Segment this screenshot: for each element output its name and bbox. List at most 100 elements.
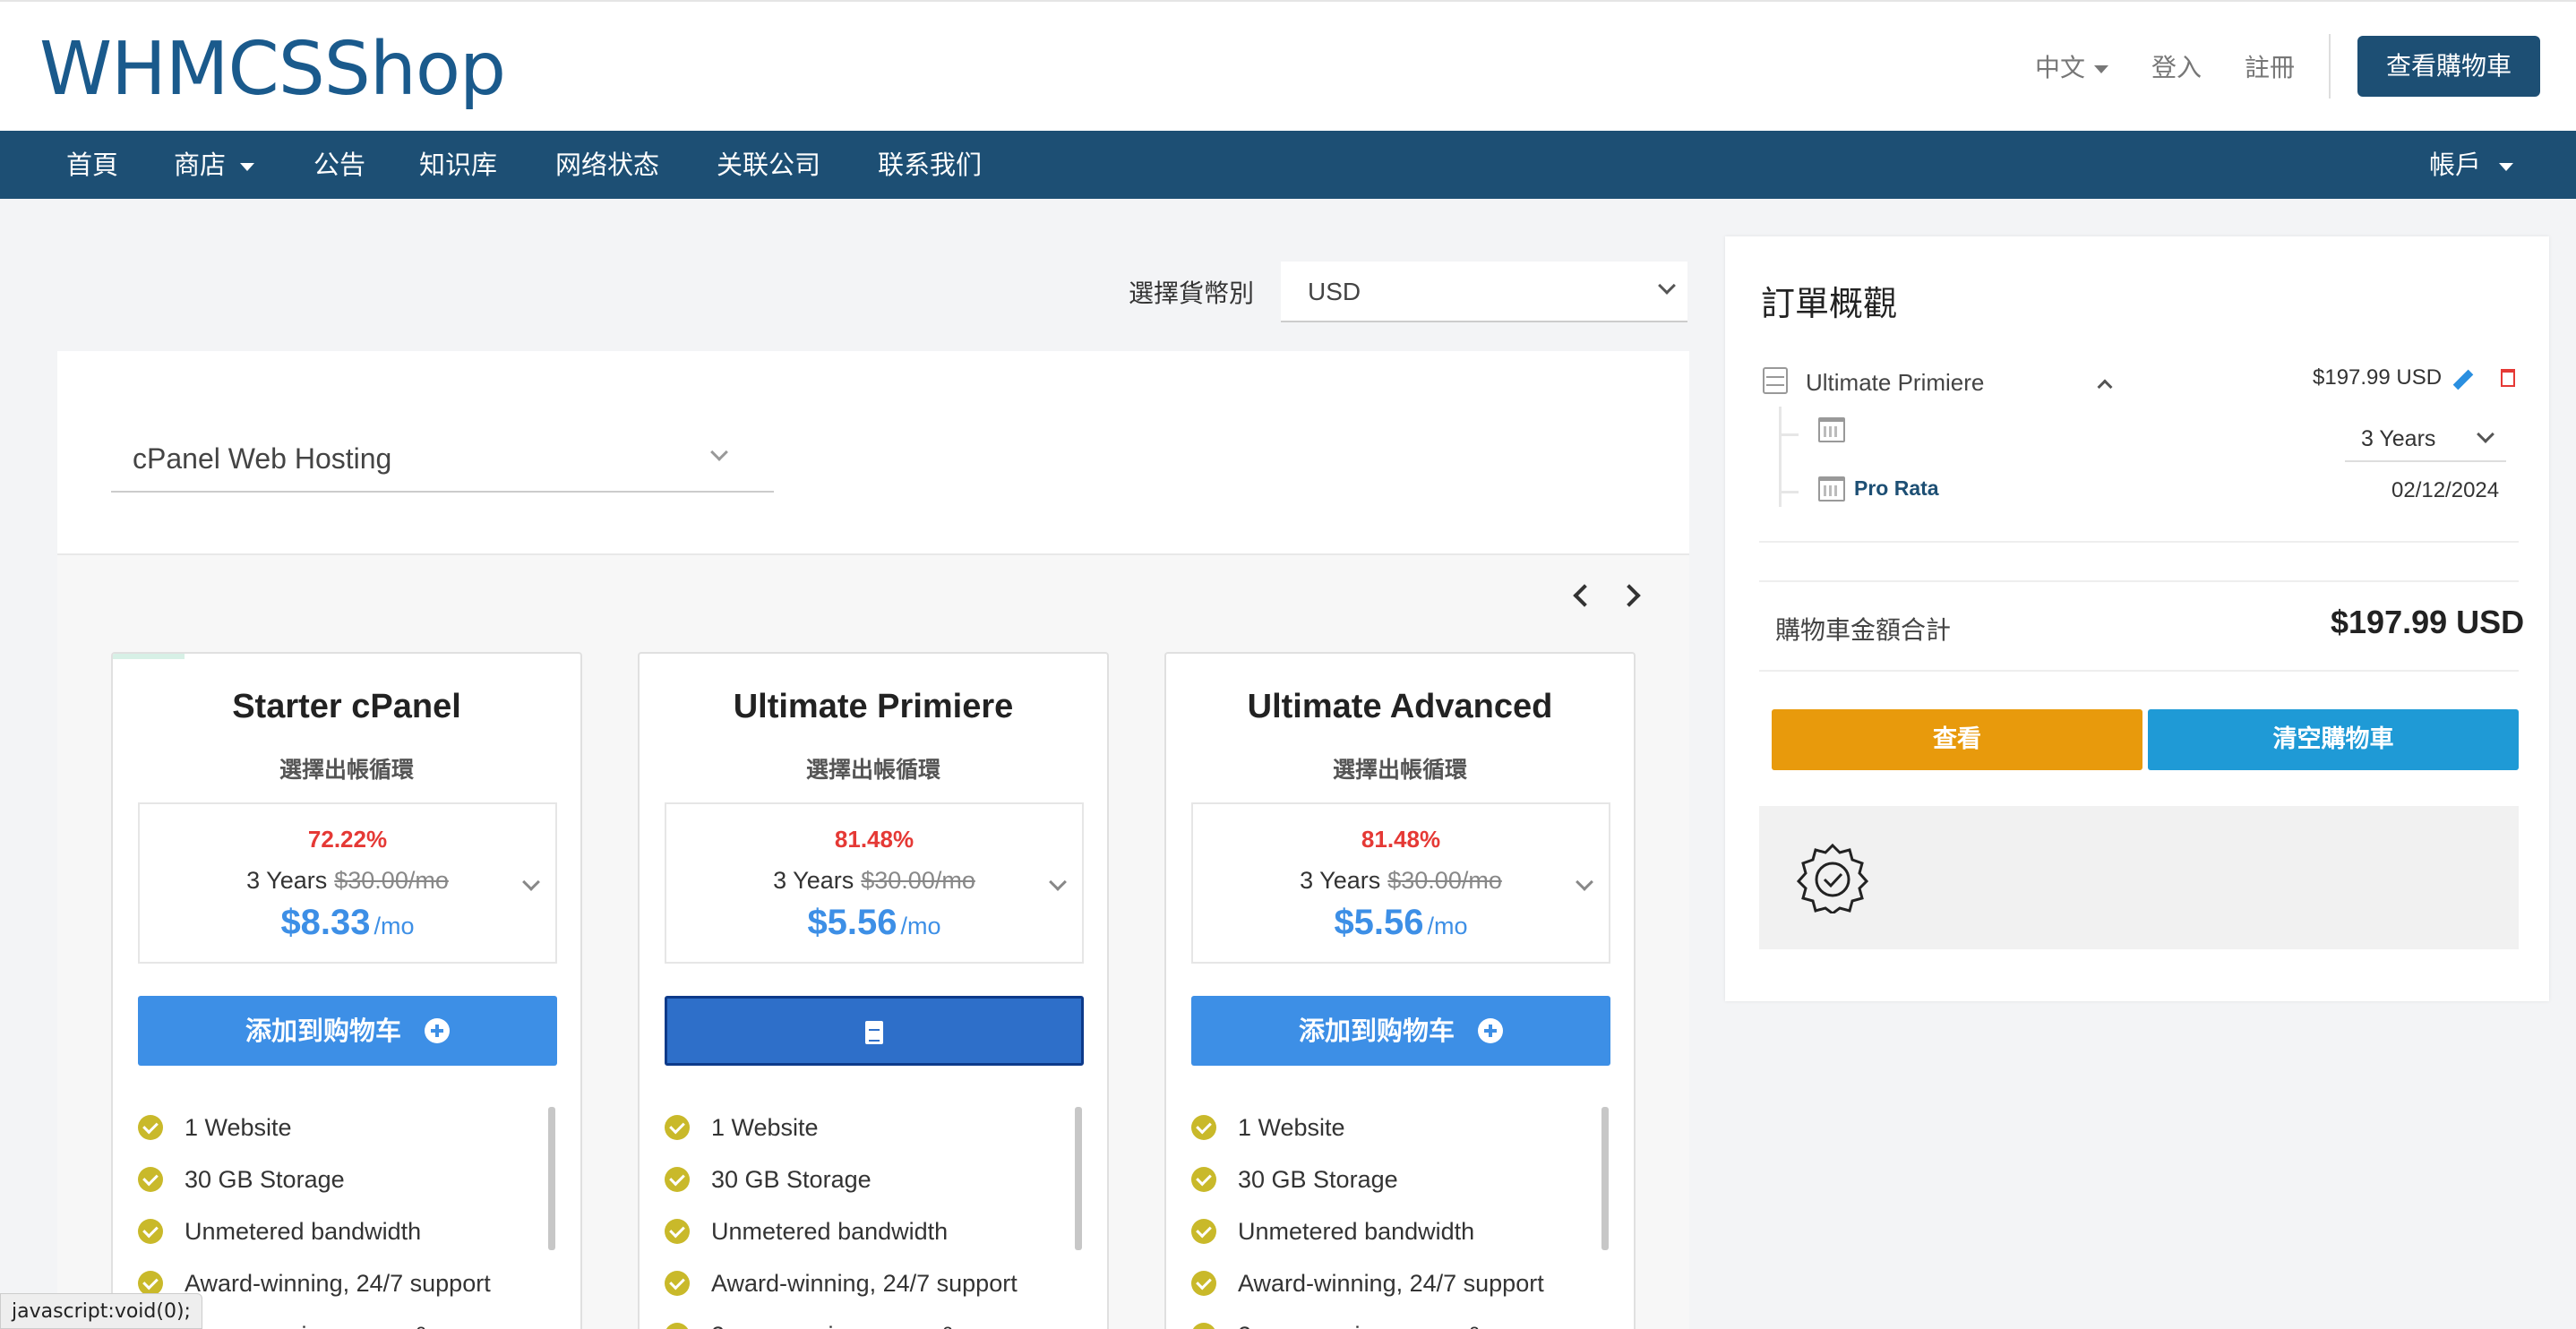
price-amount: $8.33 — [280, 903, 371, 942]
feature-text: Award-winning, 24/7 support — [711, 1270, 1018, 1297]
nav-item-affiliates[interactable]: 关联公司 — [717, 131, 820, 199]
site-logo[interactable]: WHMCSShop — [39, 27, 506, 112]
feature-text: 1 Website — [711, 1114, 819, 1141]
caret-down-icon — [2094, 64, 2109, 73]
feature-text: 2x processing power & — [185, 1322, 429, 1329]
check-circle-icon — [138, 1115, 163, 1140]
edit-icon[interactable] — [2452, 369, 2474, 390]
feature-text: 30 GB Storage — [185, 1166, 345, 1193]
old-price: $30.00/mo — [1387, 867, 1502, 894]
divider — [1759, 580, 2519, 582]
products-panel: cPanel Web Hosting Starter cPanel 選擇出帳循環… — [57, 351, 1689, 1329]
nav-item-home[interactable]: 首頁 — [66, 131, 118, 199]
price-amount: $5.56 — [1334, 903, 1424, 942]
browser-status-bar: javascript:void(0); — [0, 1293, 202, 1329]
add-to-cart-button[interactable]: 添加到购物车 — [1191, 996, 1610, 1066]
language-selector[interactable]: 中文 — [2035, 48, 2109, 84]
feature-scrollbar[interactable] — [1075, 1107, 1082, 1250]
nav-item-knowledgebase[interactable]: 知识库 — [419, 131, 497, 199]
list-item: Award-winning, 24/7 support — [665, 1257, 1086, 1309]
nav-item-network-status[interactable]: 网络状态 — [555, 131, 659, 199]
list-item: Unmetered bandwidth — [665, 1205, 1086, 1257]
feature-text: Unmetered bandwidth — [711, 1218, 949, 1245]
carousel-next-icon[interactable] — [1618, 584, 1641, 607]
calendar-icon — [1818, 417, 1845, 442]
billing-cycle-select[interactable]: 81.48% 3 Years $30.00/mo $5.56/mo — [1191, 802, 1610, 964]
discount-percent: 81.48% — [834, 826, 914, 853]
main-nav: 首頁 商店 公告 知识库 网络状态 关联公司 联系我们 帳戶 — [0, 131, 2576, 199]
price-per: /mo — [374, 913, 415, 939]
feature-text: Award-winning, 24/7 support — [1238, 1270, 1544, 1297]
feature-scrollbar[interactable] — [1601, 1107, 1609, 1250]
register-link[interactable]: 註冊 — [2245, 48, 2295, 84]
list-item: 1 Website — [665, 1102, 1086, 1153]
divider — [1759, 541, 2519, 543]
prorata-label: Pro Rata — [1854, 476, 1939, 500]
check-circle-icon — [138, 1271, 163, 1296]
empty-cart-button[interactable]: 清空購物車 — [2148, 709, 2519, 770]
currency-select[interactable]: USD — [1281, 262, 1687, 322]
login-link[interactable]: 登入 — [2151, 48, 2202, 84]
category-value: cPanel Web Hosting — [133, 442, 392, 475]
billing-cycle-select[interactable]: 81.48% 3 Years $30.00/mo $5.56/mo — [665, 802, 1084, 964]
configure-button[interactable] — [665, 996, 1084, 1066]
old-price: $30.00/mo — [861, 867, 975, 894]
trash-icon[interactable] — [2501, 369, 2515, 387]
nav-item-store[interactable]: 商店 — [174, 131, 255, 199]
language-label: 中文 — [2035, 53, 2086, 82]
top-header: WHMCSShop 中文 登入 註冊 查看購物車 — [0, 0, 2576, 131]
discount-percent: 81.48% — [1361, 826, 1441, 853]
billing-cycle-select[interactable]: 72.22% 3 Years $30.00/mo $8.33/mo — [138, 802, 557, 964]
price-per: /mo — [1427, 913, 1468, 939]
product-card-starter: Starter cPanel 選擇出帳循環 72.22% 3 Years $30.… — [111, 652, 582, 1329]
check-circle-icon — [1191, 1167, 1216, 1192]
nav-item-account[interactable]: 帳戶 — [2429, 131, 2514, 199]
billing-cycle-label: 選擇出帳循環 — [1332, 757, 1467, 783]
feature-text: 1 Website — [1238, 1114, 1345, 1141]
feature-text: Unmetered bandwidth — [185, 1218, 422, 1245]
feature-text: 2x processing power & — [711, 1322, 956, 1329]
price-per: /mo — [900, 913, 941, 939]
list-item: Unmetered bandwidth — [138, 1205, 559, 1257]
price-line: $5.56/mo — [666, 903, 1082, 943]
carousel-prev-icon[interactable] — [1573, 584, 1596, 607]
cart-item-price: $197.99 USD — [2313, 365, 2443, 390]
check-circle-icon — [665, 1219, 690, 1244]
feature-text: 30 GB Storage — [1238, 1166, 1398, 1193]
cycle-value: 3 Years — [2361, 426, 2436, 451]
checkout-view-button[interactable]: 查看 — [1772, 709, 2142, 770]
nav-store-label: 商店 — [174, 150, 227, 180]
nav-account-label: 帳戶 — [2429, 150, 2482, 180]
chevron-down-icon — [710, 443, 728, 461]
nav-item-contact[interactable]: 联系我们 — [878, 131, 982, 199]
check-circle-icon — [1191, 1271, 1216, 1296]
tree-line — [1779, 433, 1799, 436]
caret-down-icon — [2499, 162, 2514, 171]
view-cart-button[interactable]: 查看購物車 — [2357, 36, 2540, 97]
old-price: $30.00/mo — [334, 867, 449, 894]
nav-item-announcements[interactable]: 公告 — [313, 131, 365, 199]
feature-text: Unmetered bandwidth — [1238, 1218, 1475, 1245]
add-to-cart-label: 添加到购物车 — [1298, 1016, 1455, 1046]
feature-text: 30 GB Storage — [711, 1166, 872, 1193]
check-circle-icon — [665, 1115, 690, 1140]
add-to-cart-button[interactable]: 添加到购物车 — [138, 996, 557, 1066]
billing-cycle-select[interactable]: 3 Years — [2345, 416, 2506, 462]
cycle-term: 3 Years — [1300, 867, 1381, 894]
check-circle-icon — [665, 1323, 690, 1329]
category-select[interactable]: cPanel Web Hosting — [111, 424, 774, 493]
check-circle-icon — [665, 1167, 690, 1192]
cart-total-value: $197.99 USD — [2331, 604, 2525, 640]
currency-value: USD — [1308, 278, 1361, 305]
check-circle-icon — [138, 1167, 163, 1192]
check-circle-icon — [665, 1271, 690, 1296]
chevron-up-icon[interactable] — [2097, 379, 2113, 395]
product-card-ultimate-primiere: Ultimate Primiere 選擇出帳循環 81.48% 3 Years $… — [638, 652, 1109, 1329]
header-divider — [2329, 34, 2331, 99]
list-item: 2x processing power & — [1191, 1309, 1612, 1329]
product-name: Ultimate Primiere — [733, 688, 1014, 725]
feature-scrollbar[interactable] — [548, 1107, 555, 1250]
check-circle-icon — [1191, 1115, 1216, 1140]
list-item: 1 Website — [1191, 1102, 1612, 1153]
cycle-line: 3 Years $30.00/mo — [140, 867, 555, 895]
